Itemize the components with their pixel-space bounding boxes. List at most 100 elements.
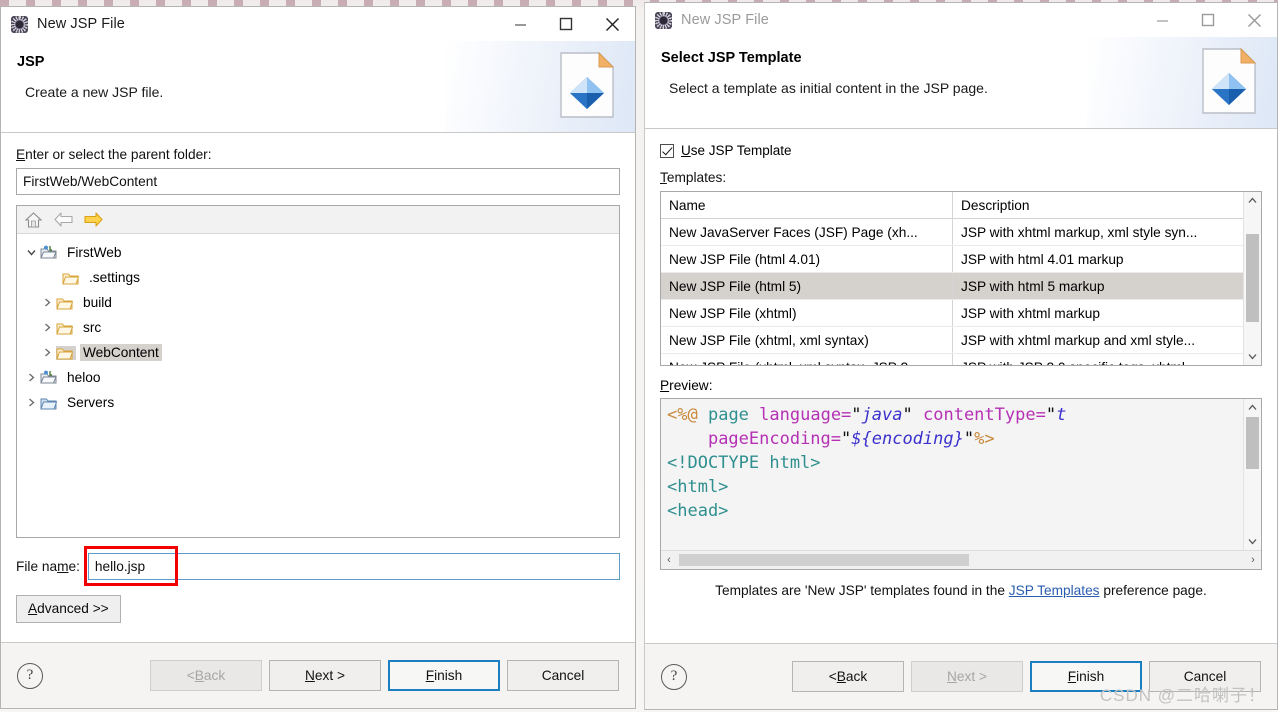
tree-item-label: build	[83, 295, 112, 310]
maximize-icon[interactable]	[543, 7, 589, 41]
cell-name: New JSP File (xhtml, xml syntax)	[661, 327, 953, 353]
scrollbar-thumb[interactable]	[1246, 234, 1259, 322]
scroll-up-icon[interactable]	[1244, 192, 1261, 209]
templates-table-scrollbar[interactable]	[1243, 192, 1261, 365]
back-arrow-icon[interactable]	[53, 210, 74, 229]
eclipse-icon	[655, 11, 672, 29]
twisty-expanded-icon[interactable]	[23, 248, 40, 257]
cell-description: JSP with xhtml markup	[961, 305, 1100, 321]
use-jsp-template-row[interactable]: Use JSP Template	[660, 143, 1262, 158]
column-header-description[interactable]: Description	[953, 192, 1243, 218]
left-dialog-body: EEnter or select the parent folder:nter …	[1, 133, 635, 642]
use-jsp-template-checkbox[interactable]	[660, 143, 674, 158]
scroll-down-icon[interactable]	[1244, 348, 1261, 365]
cell-description: JSP with xhtml markup and xml style...	[961, 332, 1196, 348]
twisty-collapsed-icon[interactable]	[39, 298, 56, 307]
use-jsp-template-label: Use JSP Template	[681, 143, 792, 158]
file-name-row: File name:	[16, 546, 620, 586]
home-icon[interactable]	[23, 210, 44, 229]
cell-description: JSP with html 5 markup	[961, 278, 1105, 294]
tree-item-build[interactable]: build	[17, 290, 619, 315]
tree-item-label: FirstWeb	[67, 245, 122, 260]
minimize-icon[interactable]	[1139, 3, 1185, 37]
table-row[interactable]: New JSP File (xhtml, xml syntax) JSP wit…	[661, 327, 1243, 354]
forward-arrow-icon[interactable]	[83, 210, 104, 229]
jsp-file-wizard-icon	[1202, 47, 1257, 114]
tree-toolbar	[17, 206, 619, 234]
twisty-collapsed-icon[interactable]	[39, 348, 56, 357]
tree-list[interactable]: FirstWeb .settings build src WebContent …	[17, 234, 619, 537]
maximize-icon[interactable]	[1185, 3, 1231, 37]
folder-open-icon	[40, 396, 60, 410]
table-row[interactable]: New JSP File (xhtml) JSP with xhtml mark…	[661, 300, 1243, 327]
tree-item-label: Servers	[67, 395, 115, 410]
table-row[interactable]: New JSP File (html 4.01) JSP with html 4…	[661, 246, 1243, 273]
tree-item-webcontent[interactable]: WebContent	[17, 340, 619, 365]
twisty-collapsed-icon[interactable]	[23, 373, 40, 382]
right-dialog-titlebar: New JSP File	[645, 3, 1277, 37]
back-button[interactable]: < Back	[792, 661, 904, 692]
tree-item-src[interactable]: src	[17, 315, 619, 340]
eclipse-icon	[11, 15, 28, 33]
templates-table[interactable]: Name Description New JavaServer Faces (J…	[660, 191, 1262, 366]
table-row[interactable]: New JSP File (xhtml, xml syntax, JSP 2 J…	[661, 354, 1243, 365]
cancel-button[interactable]: Cancel	[507, 660, 619, 691]
preview-label: Preview:	[660, 378, 713, 393]
tree-item-servers[interactable]: Servers	[17, 390, 619, 415]
tree-item-settings[interactable]: .settings	[17, 265, 619, 290]
help-icon[interactable]: ?	[661, 663, 687, 690]
table-row-selected[interactable]: New JSP File (html 5) JSP with html 5 ma…	[661, 273, 1243, 300]
cancel-button[interactable]: Cancel	[1149, 661, 1261, 692]
preview-vertical-scrollbar[interactable]	[1243, 399, 1261, 550]
parent-folder-label: EEnter or select the parent folder:nter …	[16, 147, 212, 162]
file-name-input[interactable]	[87, 553, 620, 580]
templates-note: Templates are 'New JSP' templates found …	[660, 570, 1262, 604]
select-jsp-template-dialog: New JSP File Select JSP Template Select …	[644, 2, 1278, 710]
tree-item-heloo[interactable]: heloo	[17, 365, 619, 390]
tree-item-label: WebContent	[80, 344, 162, 361]
cell-name: New JavaServer Faces (JSF) Page (xh...	[661, 219, 953, 245]
jsp-file-wizard-icon	[560, 51, 615, 118]
preview-box[interactable]: <%@ page language="java" contentType="t …	[660, 398, 1262, 570]
folder-icon	[62, 271, 82, 285]
advanced-button[interactable]: Advanced >>	[16, 595, 121, 623]
close-icon[interactable]	[1231, 3, 1277, 37]
finish-button[interactable]: Finish	[388, 660, 500, 691]
left-dialog-button-bar: ? < Back Next > Finish Cancel	[1, 642, 635, 708]
right-dialog-button-bar: ? < Back Next > Finish Cancel	[645, 643, 1277, 709]
table-row[interactable]: New JavaServer Faces (JSF) Page (xh... J…	[661, 219, 1243, 246]
twisty-collapsed-icon[interactable]	[23, 398, 40, 407]
scroll-up-icon[interactable]	[1244, 399, 1261, 416]
scrollbar-thumb[interactable]	[679, 554, 969, 566]
right-window-controls	[1139, 3, 1277, 37]
parent-folder-input[interactable]	[16, 168, 620, 195]
next-button[interactable]: Next >	[269, 660, 381, 691]
scrollbar-thumb[interactable]	[1246, 417, 1259, 469]
scroll-left-icon[interactable]: ‹	[661, 554, 677, 566]
close-icon[interactable]	[589, 7, 635, 41]
cell-description: JSP with xhtml markup, xml style syn...	[961, 224, 1198, 240]
folder-icon	[56, 296, 76, 310]
right-dialog-title: New JSP File	[681, 12, 769, 28]
cell-name: New JSP File (xhtml)	[661, 300, 953, 326]
right-dialog-body: Use JSP Template Templates: Name Descrip…	[645, 129, 1277, 643]
finish-button[interactable]: Finish	[1030, 661, 1142, 692]
folder-icon	[56, 345, 76, 360]
tree-item-firstweb[interactable]: FirstWeb	[17, 240, 619, 265]
next-button: Next >	[911, 661, 1023, 692]
preview-horizontal-scrollbar[interactable]: ‹ ›	[661, 550, 1261, 569]
preview-code: <%@ page language="java" contentType="t …	[667, 405, 1067, 521]
new-jsp-file-dialog: New JSP File JSP Create a new JSP file.	[0, 6, 636, 709]
scroll-down-icon[interactable]	[1244, 533, 1261, 550]
minimize-icon[interactable]	[497, 7, 543, 41]
jsp-templates-link[interactable]: JSP Templates	[1009, 583, 1100, 598]
left-window-controls	[497, 7, 635, 41]
templates-table-body[interactable]: Name Description New JavaServer Faces (J…	[661, 192, 1243, 365]
left-dialog-buttons: < Back Next > Finish Cancel	[150, 660, 619, 691]
scroll-right-icon[interactable]: ›	[1245, 554, 1261, 566]
column-header-name[interactable]: Name	[661, 192, 953, 218]
folder-tree[interactable]: FirstWeb .settings build src WebContent …	[16, 205, 620, 538]
help-icon[interactable]: ?	[17, 662, 43, 689]
note-after: preference page.	[1099, 583, 1207, 598]
twisty-collapsed-icon[interactable]	[39, 323, 56, 332]
